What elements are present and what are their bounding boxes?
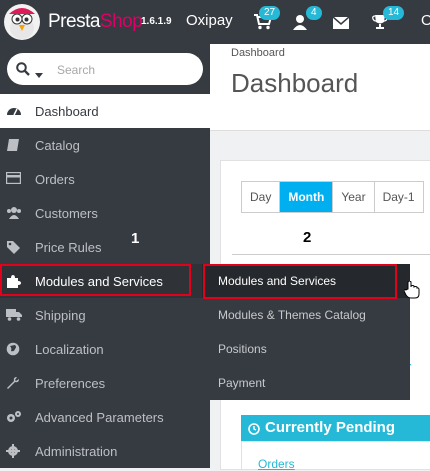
customers-badge: 4	[306, 6, 322, 20]
dashboard-icon	[6, 104, 22, 118]
submenu-item-label: Positions	[218, 342, 267, 356]
sidebar: Dashboard Catalog Orders Customers Price…	[0, 44, 210, 468]
shop-name-link[interactable]: Oxipay	[186, 12, 233, 29]
sidebar-item-label: Administration	[35, 444, 118, 459]
breadcrumb[interactable]: Dashboard	[231, 47, 285, 59]
brand-shop-text: Shop	[99, 11, 143, 32]
brand-name[interactable]: PrestaShop	[48, 11, 143, 33]
sidebar-item-advanced-parameters[interactable]: Advanced Parameters	[0, 400, 210, 434]
hand-cursor-icon	[403, 280, 420, 304]
sidebar-item-label: Advanced Parameters	[35, 410, 164, 425]
search-box	[7, 53, 203, 85]
top-bar: PrestaShop 1.6.1.9 Oxipay 27 4 14 O	[0, 0, 430, 44]
orders-link[interactable]: Orders	[258, 457, 295, 471]
period-month-button[interactable]: Month	[280, 182, 334, 212]
prestashop-logo-icon[interactable]	[4, 4, 40, 40]
submenu-item-positions[interactable]: Positions	[202, 332, 410, 366]
users-icon	[6, 206, 22, 220]
highlight-box-2	[203, 264, 397, 299]
search-icon[interactable]	[16, 62, 30, 81]
chevron-down-icon[interactable]	[35, 66, 43, 84]
credit-card-icon	[5, 171, 22, 186]
submenu-item-payment[interactable]: Payment	[202, 366, 410, 400]
brand-presta-text: Presta	[48, 11, 100, 32]
version-label: 1.6.1.9	[141, 16, 172, 27]
truncated-header-text: O	[421, 12, 430, 29]
submenu-item-modules-themes-catalog[interactable]: Modules & Themes Catalog	[202, 298, 410, 332]
sidebar-item-label: Customers	[35, 206, 98, 221]
truck-icon	[6, 308, 22, 322]
pending-title: Currently Pending	[265, 419, 396, 436]
sidebar-item-price-rules[interactable]: Price Rules	[0, 230, 210, 264]
sidebar-item-dashboard[interactable]: Dashboard	[0, 94, 210, 128]
sidebar-item-label: Price Rules	[35, 240, 102, 255]
sidebar-item-label: Orders	[35, 172, 75, 187]
highlight-box-1	[0, 264, 191, 296]
page-header: Dashboard Dashboard	[210, 44, 430, 131]
book-icon	[6, 138, 22, 152]
annotation-number-1: 1	[131, 230, 140, 247]
trophy-badge: 14	[383, 6, 405, 20]
submenu-item-label: Modules & Themes Catalog	[218, 308, 366, 322]
sidebar-item-label: Preferences	[35, 376, 106, 391]
period-selector: Day Month Year Day-1	[241, 181, 424, 213]
sidebar-item-label: Catalog	[35, 138, 80, 153]
search-input[interactable]	[55, 59, 199, 81]
sidebar-item-catalog[interactable]: Catalog	[0, 128, 210, 162]
wrench-icon	[6, 376, 22, 390]
page-title: Dashboard	[231, 68, 359, 98]
period-day-button[interactable]: Day	[242, 182, 281, 212]
sidebar-item-label: Localization	[35, 342, 104, 357]
sidebar-item-orders[interactable]: Orders	[0, 162, 210, 196]
orders-badge: 27	[259, 6, 281, 20]
sidebar-item-label: Shipping	[35, 308, 86, 323]
gear-icon	[6, 444, 22, 458]
currently-pending-header: Currently Pending	[241, 415, 430, 441]
clock-icon	[248, 422, 260, 439]
period-day-minus-1-button[interactable]: Day-1	[374, 182, 424, 212]
pending-orders-row: Orders	[241, 441, 430, 471]
cogs-icon	[6, 410, 22, 424]
sidebar-item-label: Dashboard	[35, 104, 99, 119]
submenu-item-label: Payment	[218, 376, 266, 390]
sidebar-item-shipping[interactable]: Shipping	[0, 298, 210, 332]
sidebar-item-localization[interactable]: Localization	[0, 332, 210, 366]
envelope-icon[interactable]	[332, 16, 351, 32]
sidebar-item-preferences[interactable]: Preferences	[0, 366, 210, 400]
sidebar-item-customers[interactable]: Customers	[0, 196, 210, 230]
annotation-number-2: 2	[303, 229, 312, 246]
globe-icon	[6, 342, 22, 356]
tags-icon	[6, 240, 22, 254]
period-year-button[interactable]: Year	[333, 182, 375, 212]
sidebar-item-administration[interactable]: Administration	[0, 434, 210, 468]
